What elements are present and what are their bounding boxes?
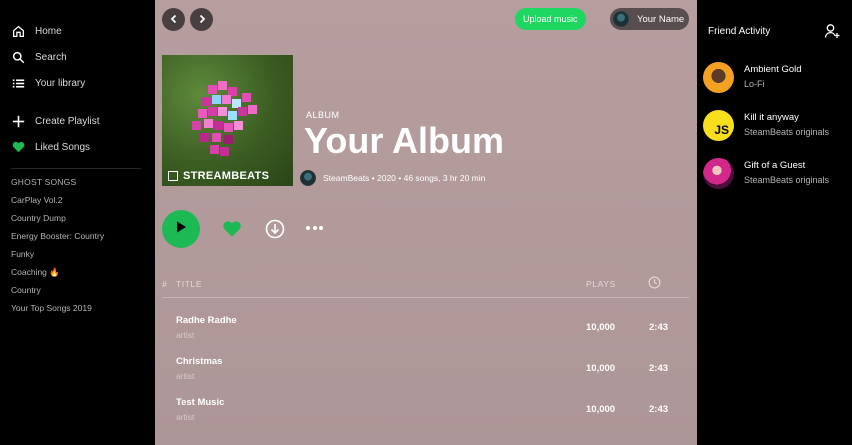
chevron-right-icon	[197, 11, 207, 29]
user-avatar	[613, 11, 629, 27]
playlist-item[interactable]: CarPlay Vol.2	[0, 191, 155, 209]
sidebar-divider	[11, 168, 141, 169]
friend-status: SteamBeats originals	[744, 175, 830, 185]
friend-activity-title: Friend Activity	[708, 26, 771, 37]
left-sidebar: Home Search Your library Create Playlist…	[0, 0, 155, 445]
library-icon	[11, 76, 25, 90]
album-cover: STREAMBEATS	[162, 55, 293, 186]
column-header-plays: PLAYS	[586, 279, 616, 289]
add-friend-button[interactable]	[824, 23, 840, 44]
play-button[interactable]	[162, 210, 200, 248]
track-artist[interactable]: artist	[176, 330, 194, 340]
playlist-item[interactable]: Your Top Songs 2019	[0, 299, 155, 317]
table-row[interactable]: Radhe Radhe artist 10,000 2:43	[155, 315, 697, 355]
album-cover-art	[192, 81, 257, 156]
playlist-item[interactable]: Country	[0, 281, 155, 299]
table-row[interactable]: Test Music artist 10,000 2:43	[155, 397, 697, 437]
play-icon	[174, 220, 188, 239]
more-dot-icon	[319, 226, 323, 230]
track-title: Christmas	[176, 356, 223, 367]
clock-icon	[648, 276, 661, 291]
track-duration: 2:43	[649, 404, 669, 415]
friend-name: Ambient Gold	[744, 64, 802, 75]
search-icon	[11, 50, 25, 64]
track-title: Test Music	[176, 397, 225, 408]
friend-name: Gift of a Guest	[744, 160, 806, 171]
playlists-heading: GHOST SONGS	[11, 177, 77, 187]
nav-home-label: Home	[35, 25, 62, 37]
nav-search[interactable]: Search	[0, 44, 155, 70]
friend-avatar	[703, 158, 734, 189]
user-menu-button[interactable]: Your Name	[610, 8, 689, 30]
friend-item[interactable]: JS Kill it anyway SteamBeats originals	[703, 110, 848, 144]
playlist-item[interactable]: Coaching 🔥	[0, 263, 155, 281]
create-playlist-label: Create Playlist	[35, 115, 100, 127]
track-plays: 10,000	[586, 322, 616, 333]
friend-activity-panel: Friend Activity Ambient Gold Lo-Fi JS Ki…	[697, 0, 852, 445]
column-header-title: TITLE	[176, 279, 203, 289]
playlist-item[interactable]: Funky	[0, 245, 155, 263]
friend-item[interactable]: Gift of a Guest SteamBeats originals	[703, 158, 848, 192]
user-name: Your Name	[637, 13, 685, 25]
column-header-duration	[648, 276, 661, 291]
heart-icon	[11, 140, 25, 154]
back-button[interactable]	[162, 8, 185, 31]
playlist-item[interactable]: Country Dump	[0, 209, 155, 227]
like-album-button[interactable]	[222, 220, 242, 243]
track-artist[interactable]: artist	[176, 412, 194, 422]
download-button[interactable]	[265, 219, 285, 244]
plus-icon	[11, 114, 25, 128]
track-artist[interactable]: artist	[176, 371, 194, 381]
forward-button[interactable]	[190, 8, 213, 31]
heart-icon	[222, 221, 242, 242]
liked-songs-label: Liked Songs	[35, 141, 91, 153]
create-playlist-button[interactable]: Create Playlist	[0, 108, 155, 134]
playlist-item[interactable]: Energy Booster: Country	[0, 227, 155, 245]
more-dot-icon	[306, 226, 310, 230]
friend-name: Kill it anyway	[744, 112, 799, 123]
column-header-number: #	[162, 279, 168, 289]
track-plays: 10,000	[586, 404, 616, 415]
track-plays: 10,000	[586, 363, 616, 374]
cover-label: STREAMBEATS	[168, 170, 269, 182]
album-meta: SteamBeats • 2020 • 46 songs, 3 hr 20 mi…	[300, 170, 485, 186]
nav-library-label: Your library	[35, 77, 86, 89]
nav-search-label: Search	[35, 51, 67, 63]
main-content: Upload music Your Name STREAMBEATS ALBUM…	[155, 0, 697, 445]
friend-avatar	[703, 62, 734, 93]
friend-item[interactable]: Ambient Gold Lo-Fi	[703, 62, 848, 96]
nav-home[interactable]: Home	[0, 18, 155, 44]
album-title: Your Album	[304, 120, 504, 161]
more-dot-icon	[312, 226, 317, 230]
artist-avatar	[300, 170, 316, 186]
track-duration: 2:43	[649, 322, 669, 333]
table-header-divider	[162, 297, 689, 298]
album-meta-text: SteamBeats • 2020 • 46 songs, 3 hr 20 mi…	[323, 173, 486, 183]
chevron-left-icon	[169, 11, 179, 29]
album-type: ALBUM	[306, 110, 340, 120]
friend-status: Lo-Fi	[744, 79, 765, 89]
table-row[interactable]: Christmas artist 10,000 2:43	[155, 356, 697, 396]
cover-label-text: STREAMBEATS	[183, 170, 270, 182]
download-icon	[265, 219, 285, 243]
more-options-button[interactable]	[306, 226, 323, 230]
home-icon	[11, 24, 25, 38]
nav-library[interactable]: Your library	[0, 70, 155, 96]
add-friend-icon	[824, 24, 840, 43]
liked-songs-button[interactable]: Liked Songs	[0, 134, 155, 160]
friend-avatar: JS	[703, 110, 734, 141]
streambeats-logo-icon	[168, 171, 178, 181]
javascript-logo-icon: JS	[714, 123, 729, 137]
upload-music-button[interactable]: Upload music	[515, 8, 586, 30]
friend-status: SteamBeats originals	[744, 127, 830, 137]
track-title: Radhe Radhe	[176, 315, 237, 326]
track-duration: 2:43	[649, 363, 669, 374]
